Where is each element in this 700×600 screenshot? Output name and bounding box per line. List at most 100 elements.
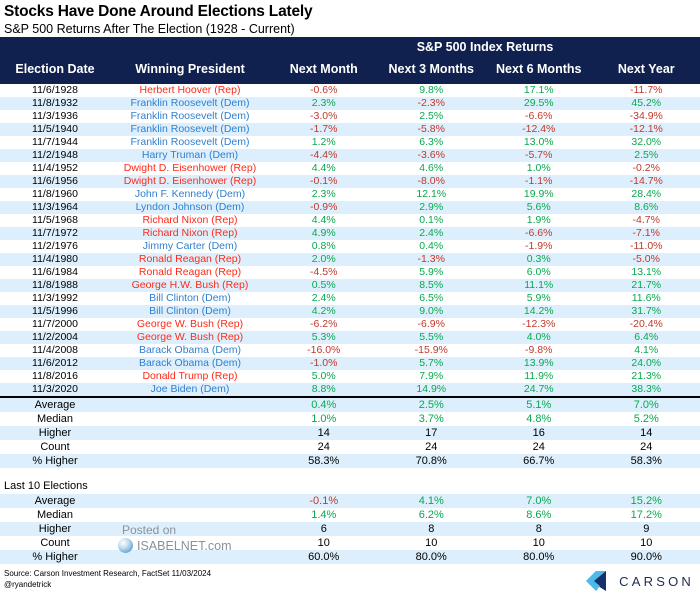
summary-all-row: % Higher 58.3% 70.8% 66.7% 58.3% bbox=[0, 454, 700, 468]
cell-next-6-months: -9.8% bbox=[525, 344, 553, 356]
summary-last10-blank bbox=[110, 522, 270, 536]
cell-next-6-months: 1.0% bbox=[526, 162, 551, 174]
cell-winning-president: Franklin Roosevelt (Dem) bbox=[130, 136, 250, 148]
col-header-election-date[interactable]: Election Date bbox=[0, 56, 110, 84]
table-row[interactable]: 11/3/1964 Lyndon Johnson (Dem) -0.9% 2.9% 5.… bbox=[0, 201, 700, 214]
table-row[interactable]: 11/7/1972 Richard Nixon (Rep) 4.9% 2.4% -6.6… bbox=[0, 227, 700, 240]
cell-next-year: 4.1% bbox=[634, 344, 659, 356]
cell-winning-president: Richard Nixon (Rep) bbox=[142, 214, 238, 226]
footer: Source: Carson Investment Research, Fact… bbox=[0, 568, 700, 600]
table-row[interactable]: 11/4/1980 Ronald Reagan (Rep) 2.0% -1.3% 0.3… bbox=[0, 253, 700, 266]
cell-next-6-months: 13.9% bbox=[485, 357, 593, 370]
cell-election-date: 11/8/1960 bbox=[32, 188, 78, 200]
summary-last10-row: Higher 6 8 8 9 bbox=[0, 522, 700, 536]
table-row[interactable]: 11/6/1928 Herbert Hoover (Rep) -0.6% 9.8% 17… bbox=[0, 84, 700, 97]
table-header: S&P 500 Index Returns Election Date Winn… bbox=[0, 37, 700, 84]
col-header-winning-president[interactable]: Winning President bbox=[110, 56, 270, 84]
summary-all-label: Higher bbox=[0, 426, 110, 440]
summary-all-next-6-months: 4.8% bbox=[526, 413, 552, 425]
table-row[interactable]: 11/6/1956 Dwight D. Eisenhower (Rep) -0.1%… bbox=[0, 175, 700, 188]
cell-next-month: -6.2% bbox=[310, 318, 338, 330]
table-row[interactable]: 11/2/1976 Jimmy Carter (Dem) 0.8% 0.4% -1.9%… bbox=[0, 240, 700, 253]
summary-all-next-year: 24 bbox=[640, 441, 653, 453]
table-row[interactable]: 11/4/1952 Dwight D. Eisenhower (Rep) 4.4% 4… bbox=[0, 162, 700, 175]
cell-next-year: 13.1% bbox=[631, 266, 662, 278]
table-row[interactable]: 11/5/1940 Franklin Roosevelt (Dem) -1.7% -5… bbox=[0, 123, 700, 136]
col-header-next-year[interactable]: Next Year bbox=[592, 56, 700, 84]
summary-last10-next-year: 10 bbox=[640, 537, 653, 549]
group-header-row: S&P 500 Index Returns bbox=[0, 37, 700, 56]
summary-last10-row: Median 1.4% 6.2% 8.6% 17.2% bbox=[0, 508, 700, 522]
table-row[interactable]: 11/2/2004 George W. Bush (Rep) 5.3% 5.5% 4.0… bbox=[0, 331, 700, 344]
table-row[interactable]: 11/6/1984 Ronald Reagan (Rep) -4.5% 5.9% 6.0… bbox=[0, 266, 700, 279]
cell-winning-president: Franklin Roosevelt (Dem) bbox=[110, 123, 270, 136]
cell-next-3-months: -15.9% bbox=[414, 344, 448, 356]
cell-next-3-months: 2.9% bbox=[377, 201, 485, 214]
cell-next-3-months: 5.9% bbox=[419, 266, 444, 278]
cell-winning-president: Joe Biden (Dem) bbox=[110, 383, 270, 397]
author-handle: @ryandetrick bbox=[4, 580, 52, 589]
summary-all-row: Higher 14 17 16 14 bbox=[0, 426, 700, 440]
cell-election-date: 11/8/2016 bbox=[32, 370, 78, 382]
summary-last10-next-month: -0.1% bbox=[270, 494, 378, 508]
cell-next-3-months: 0.1% bbox=[419, 214, 444, 226]
cell-next-6-months: -1.1% bbox=[485, 175, 593, 188]
table-row[interactable]: 11/5/1968 Richard Nixon (Rep) 4.4% 0.1% 1.9%… bbox=[0, 214, 700, 227]
cell-next-month: -0.9% bbox=[270, 201, 378, 214]
table-row[interactable]: 11/3/1936 Franklin Roosevelt (Dem) -3.0% 2.… bbox=[0, 110, 700, 123]
table-row[interactable]: 11/7/1944 Franklin Roosevelt (Dem) 1.2% 6.3… bbox=[0, 136, 700, 149]
cell-election-date: 11/6/1984 bbox=[32, 266, 78, 278]
summary-last10-blank bbox=[110, 494, 270, 508]
summary-all-row: Average 0.4% 2.5% 5.1% 7.0% bbox=[0, 398, 700, 412]
table-row[interactable]: 11/8/1960 John F. Kennedy (Dem) 2.3% 12.1% 1… bbox=[0, 188, 700, 201]
cell-next-month: -1.7% bbox=[270, 123, 378, 136]
cell-next-month: -4.5% bbox=[310, 266, 338, 278]
cell-next-year: -11.7% bbox=[630, 84, 663, 96]
cell-next-month: 2.3% bbox=[270, 97, 378, 110]
column-header-row: Election Date Winning President Next Mon… bbox=[0, 56, 700, 84]
cell-election-date: 11/6/1928 bbox=[32, 84, 78, 96]
table-row[interactable]: 11/6/2012 Barack Obama (Dem) -1.0% 5.7% 13.9… bbox=[0, 357, 700, 370]
table-row[interactable]: 11/3/1992 Bill Clinton (Dem) 2.4% 6.5% 5.9% 1… bbox=[0, 292, 700, 305]
table-row[interactable]: 11/3/2020 Joe Biden (Dem) 8.8% 14.9% 24.7% 38… bbox=[0, 383, 700, 397]
table-row[interactable]: 11/2/1948 Harry Truman (Dem) -4.4% -3.6% -5.… bbox=[0, 149, 700, 162]
cell-next-month: 5.3% bbox=[270, 331, 378, 344]
cell-election-date: 11/6/1956 bbox=[0, 175, 110, 188]
cell-next-3-months: -2.3% bbox=[377, 97, 485, 110]
group-header-blank bbox=[0, 37, 270, 56]
table-row[interactable]: 11/5/1996 Bill Clinton (Dem) 4.2% 9.0% 14.2%… bbox=[0, 305, 700, 318]
cell-winning-president: Bill Clinton (Dem) bbox=[110, 305, 270, 318]
summary-all-next-6-months: 5.1% bbox=[485, 398, 593, 412]
cell-next-month: -0.1% bbox=[270, 175, 378, 188]
cell-winning-president: Ronald Reagan (Rep) bbox=[138, 266, 242, 278]
cell-winning-president: John F. Kennedy (Dem) bbox=[134, 188, 246, 200]
col-header-next-3-months[interactable]: Next 3 Months bbox=[377, 56, 485, 84]
table-row[interactable]: 11/8/1988 George H.W. Bush (Rep) 0.5% 8.5% 1… bbox=[0, 279, 700, 292]
page-title: Stocks Have Done Around Elections Lately bbox=[4, 3, 313, 20]
summary-all-next-month: 58.3% bbox=[270, 454, 378, 468]
cell-election-date: 11/5/1996 bbox=[0, 305, 110, 318]
summary-last10-next-3-months: 4.1% bbox=[377, 494, 485, 508]
col-header-next-month[interactable]: Next Month bbox=[270, 56, 378, 84]
cell-election-date: 11/8/1988 bbox=[0, 279, 110, 292]
table-row[interactable]: 11/8/1932 Franklin Roosevelt (Dem) 2.3% -2.… bbox=[0, 97, 700, 110]
summary-all-label: Count bbox=[40, 441, 70, 453]
table-row[interactable]: 11/8/2016 Donald Trump (Rep) 5.0% 7.9% 11.9%… bbox=[0, 370, 700, 383]
summary-last10-row: Count 10 10 10 10 bbox=[0, 536, 700, 550]
cell-next-month: -1.0% bbox=[270, 357, 378, 370]
summary-last10-next-3-months: 6.2% bbox=[418, 509, 444, 521]
table-row[interactable]: 11/4/2008 Barack Obama (Dem) -16.0% -15.9% -… bbox=[0, 344, 700, 357]
cell-next-year: -20.4% bbox=[629, 318, 663, 330]
cell-next-month: -16.0% bbox=[307, 344, 341, 356]
col-header-next-6-months[interactable]: Next 6 Months bbox=[485, 56, 593, 84]
cell-next-6-months: -12.3% bbox=[522, 318, 556, 330]
summary-all-next-year: 7.0% bbox=[592, 398, 700, 412]
cell-next-6-months: -5.7% bbox=[485, 149, 593, 162]
cell-next-6-months: -6.6% bbox=[525, 110, 553, 122]
cell-next-month: 0.8% bbox=[311, 240, 336, 252]
summary-all-blank bbox=[110, 426, 270, 440]
cell-next-month: 2.3% bbox=[311, 188, 336, 200]
cell-winning-president: George H.W. Bush (Rep) bbox=[110, 279, 270, 292]
cell-election-date: 11/8/1932 bbox=[0, 97, 110, 110]
table-row[interactable]: 11/7/2000 George W. Bush (Rep) -6.2% -6.9% -… bbox=[0, 318, 700, 331]
